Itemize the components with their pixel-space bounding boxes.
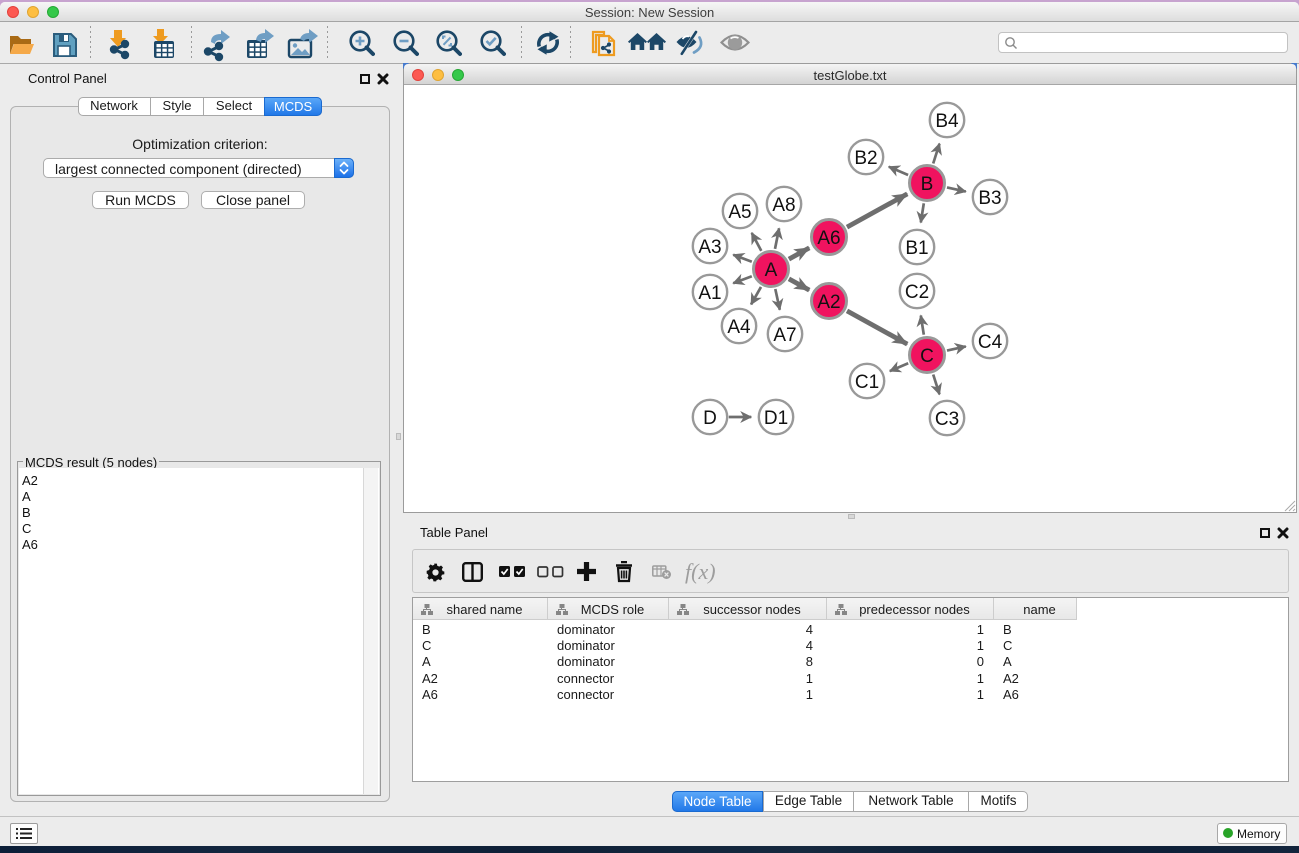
svg-text:A5: A5: [728, 202, 751, 223]
svg-text:A: A: [765, 260, 778, 281]
svg-text:B2: B2: [854, 148, 877, 169]
svg-text:C2: C2: [905, 282, 929, 303]
svg-text:A2: A2: [817, 292, 840, 313]
svg-text:C: C: [920, 346, 934, 367]
svg-text:C4: C4: [978, 332, 1003, 353]
svg-text:A6: A6: [817, 228, 840, 249]
svg-text:A4: A4: [727, 317, 751, 338]
svg-text:D: D: [703, 408, 717, 429]
svg-text:B3: B3: [978, 188, 1001, 209]
svg-text:C3: C3: [935, 409, 959, 430]
svg-text:B4: B4: [935, 111, 959, 132]
svg-text:D1: D1: [764, 408, 788, 429]
svg-text:B: B: [921, 174, 934, 195]
svg-text:C1: C1: [855, 372, 879, 393]
svg-text:B1: B1: [905, 238, 928, 259]
svg-text:A1: A1: [698, 283, 721, 304]
svg-text:A7: A7: [773, 325, 796, 346]
svg-text:A8: A8: [772, 195, 795, 216]
svg-text:A3: A3: [698, 237, 721, 258]
